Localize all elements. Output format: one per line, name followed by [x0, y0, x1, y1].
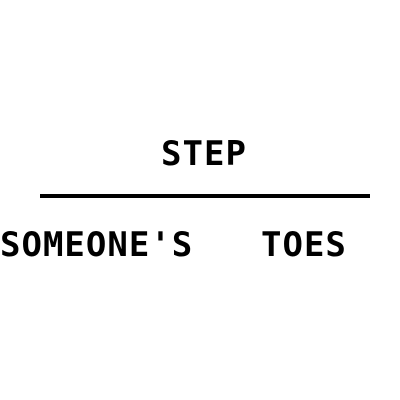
bottom-word-right: TOES [261, 225, 347, 265]
bottom-word-left: SOMEONE'S [0, 225, 194, 265]
word-puzzle: STEP SOMEONE'S TOES [0, 0, 400, 400]
divider-line [40, 194, 370, 198]
top-word: STEP [161, 134, 247, 174]
